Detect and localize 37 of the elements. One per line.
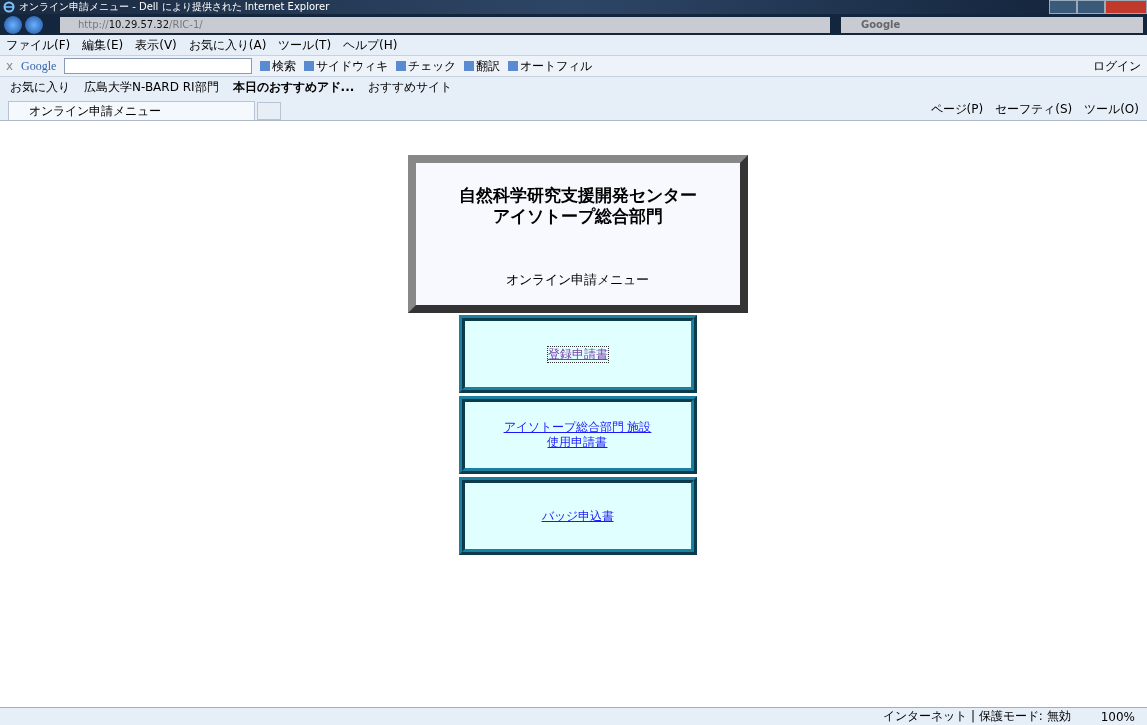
menu-item[interactable]: ツール(T) bbox=[278, 36, 332, 54]
page-subtitle: オンライン申請メニュー bbox=[506, 271, 649, 289]
back-button[interactable] bbox=[4, 15, 22, 34]
menu-item[interactable]: お気に入り(A) bbox=[188, 36, 267, 54]
maximize-button[interactable] bbox=[1077, 0, 1105, 14]
toolbar-button[interactable]: 検索 bbox=[260, 57, 297, 75]
favorites-button[interactable]: お気に入り bbox=[10, 79, 70, 96]
security-zone: インターネット | 保護モード: 無効 bbox=[883, 708, 1071, 725]
toolbar-button[interactable]: オートフィル bbox=[508, 57, 593, 75]
menu-item[interactable]: 編集(E) bbox=[82, 36, 124, 54]
toolbar-button[interactable]: チェック bbox=[396, 57, 457, 75]
page-heading: 自然科学研究支援開発センター アイソトープ総合部門 bbox=[458, 185, 697, 227]
toolbar-button[interactable]: 翻訳 bbox=[464, 57, 501, 75]
form-link[interactable]: アイソトープ総合部門 施設 使用申請書 bbox=[503, 420, 652, 450]
toolbar-search-field[interactable] bbox=[64, 58, 253, 74]
zoom-level[interactable]: 100% bbox=[1100, 709, 1135, 724]
form-link[interactable]: バッジ申込書 bbox=[541, 508, 614, 524]
toolbar-button[interactable]: サイドウィキ bbox=[304, 57, 389, 75]
window-title: オンライン申請メニュー - Dell により提供された Internet Explorer bbox=[19, 0, 330, 14]
toolbar-brand: Google bbox=[21, 58, 57, 74]
search-field[interactable]: Google bbox=[841, 16, 1143, 33]
favorite-link[interactable]: 本日のおすすめアド... bbox=[232, 79, 355, 96]
forward-button[interactable] bbox=[25, 15, 43, 34]
login-button[interactable]: ログイン bbox=[1093, 57, 1141, 75]
address-field[interactable]: http://10.29.57.32/RIC-1/ bbox=[60, 16, 830, 33]
command-menu[interactable]: セーフティ(S) bbox=[995, 100, 1073, 118]
minimize-button[interactable] bbox=[1049, 0, 1077, 14]
command-menu[interactable]: ツール(O) bbox=[1084, 100, 1139, 118]
menu-item[interactable]: ヘルプ(H) bbox=[343, 36, 398, 54]
favorite-link[interactable]: 広島大学N-BARD RI部門 bbox=[84, 79, 219, 96]
command-menu[interactable]: ページ(P) bbox=[930, 100, 984, 118]
favorite-link[interactable]: おすすめサイト bbox=[368, 79, 453, 96]
close-button[interactable] bbox=[1105, 0, 1147, 14]
form-link[interactable]: 登録申請書 bbox=[547, 346, 608, 362]
browser-tab[interactable]: オンライン申請メニュー bbox=[8, 101, 255, 120]
menu-item[interactable]: ファイル(F) bbox=[6, 36, 71, 54]
menu-item[interactable]: 表示(V) bbox=[135, 36, 177, 54]
